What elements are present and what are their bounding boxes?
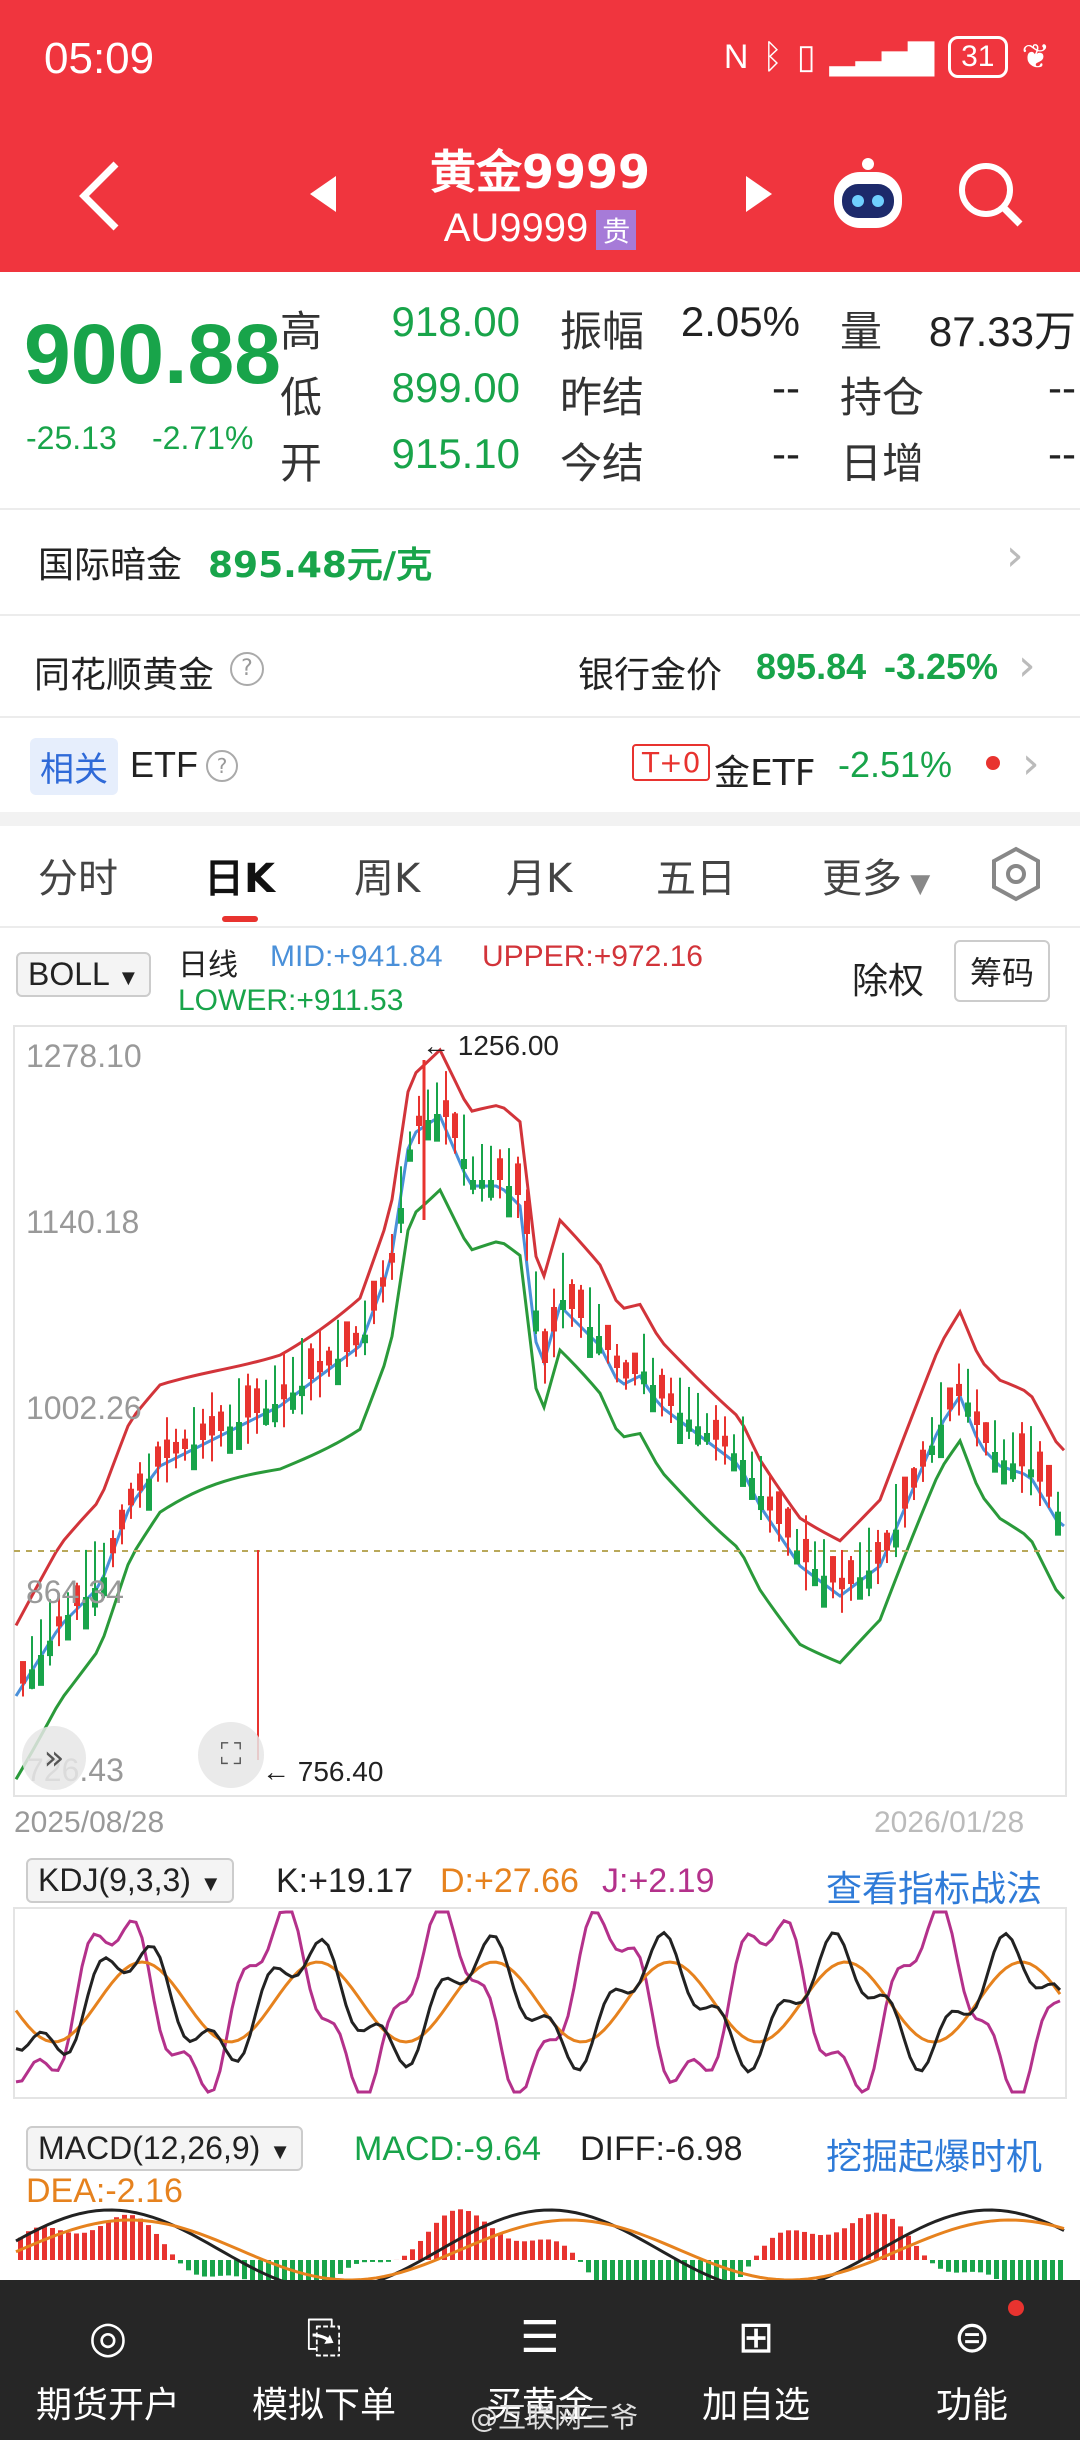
header-bar: 05:09 N ᛒ ▯ ▂▃▅▇ 31 ❦ 黄金9999 AU9999 贵: [0, 0, 1080, 272]
next-contract-icon[interactable]: [740, 172, 776, 220]
signal-icon: ▂▃▅▇: [829, 38, 935, 76]
tab-five-day[interactable]: 五日: [656, 846, 736, 904]
vibrate-icon: ▯: [796, 38, 816, 76]
kdj-d: D:+27.66: [440, 1862, 579, 1900]
bank-price-label: 银行金价: [578, 655, 723, 696]
value-position: --: [1048, 364, 1076, 411]
nav-sim-order[interactable]: ⎘ 模拟下单: [216, 2280, 432, 2440]
bluetooth-icon: ᛒ: [762, 37, 783, 76]
start-date: 2025/08/28: [14, 1806, 165, 1839]
settings-hexagon-icon[interactable]: [988, 846, 1044, 906]
label-high: 高: [280, 307, 323, 356]
watermark: @互联网三爷: [470, 2401, 639, 2434]
label-prev-settle: 昨结: [560, 373, 645, 422]
scroll-left-icon[interactable]: »: [22, 1726, 86, 1790]
kdj-chart: [13, 1907, 1067, 2099]
etf-help-icon[interactable]: ?: [206, 750, 238, 782]
bank-price-value: 895.84: [756, 646, 867, 687]
help-icon[interactable]: ?: [230, 652, 264, 686]
boll-upper: UPPER:+972.16: [482, 940, 703, 973]
kdj-j: J:+2.19: [602, 1862, 715, 1900]
kdj-k: K:+19.17: [276, 1862, 414, 1900]
boll-lower: LOWER:+911.53: [178, 984, 404, 1017]
tab-more[interactable]: 更多 ▼: [822, 846, 930, 904]
search-icon[interactable]: [956, 160, 1026, 234]
tab-daily-k[interactable]: 日K: [204, 846, 275, 904]
etf-label[interactable]: ETF: [130, 744, 198, 786]
ex-rights-button[interactable]: 除权: [852, 952, 924, 1004]
ths-gold-label[interactable]: 同花顺黄金: [34, 646, 214, 698]
nav-functions[interactable]: ⊜ 功能: [864, 2280, 1080, 2440]
period-label: 日线: [178, 948, 238, 983]
intl-gold-chevron-icon[interactable]: ›: [1006, 530, 1024, 581]
value-daily-inc: --: [1048, 430, 1076, 477]
gold-etf-pct: -2.51%: [838, 744, 953, 785]
y-label-3: 864.34: [26, 1574, 124, 1610]
label-open: 开: [280, 439, 323, 488]
nfc-icon: N: [723, 37, 749, 76]
end-date: 2026/01/28: [874, 1806, 1025, 1839]
precious-badge: 贵: [596, 210, 637, 251]
price-change: -25.13: [26, 420, 117, 456]
menu-circle-icon: ⊜: [953, 2312, 991, 2363]
document-icon: ⎘: [306, 2312, 342, 2363]
nav-futures-account[interactable]: ◎ 期货开户: [0, 2280, 216, 2440]
tab-monthly-k[interactable]: 月K: [506, 846, 572, 904]
battery-indicator: 31: [948, 36, 1008, 78]
value-volume: 87.33万: [928, 308, 1076, 355]
value-prev-settle: --: [772, 364, 800, 411]
label-volume: 量: [840, 307, 883, 356]
intl-gold-label: 国际暗金: [38, 545, 183, 586]
bank-chevron-icon[interactable]: ›: [1018, 640, 1036, 691]
t0-badge: T+0: [632, 744, 711, 781]
instrument-code: AU9999 贵: [0, 206, 1080, 251]
value-open: 915.10: [391, 430, 520, 477]
red-dot-icon: [986, 756, 1000, 770]
kline-chart[interactable]: [0, 1020, 1080, 1820]
fullscreen-icon[interactable]: ⛶: [198, 1722, 264, 1788]
bank-price-pct: -3.25%: [884, 646, 999, 687]
list-icon: ☰: [520, 2312, 560, 2363]
value-amplitude: 2.05%: [680, 298, 800, 345]
notification-dot: [1008, 2300, 1024, 2316]
status-icons: N ᛒ ▯ ▂▃▅▇ 31 ❦: [724, 36, 1050, 78]
nav-add-watchlist[interactable]: ⊞ 加自选: [648, 2280, 864, 2440]
y-label-0: 1278.10: [26, 1038, 142, 1074]
tab-weekly-k[interactable]: 周K: [354, 846, 420, 904]
intl-gold-value: 895.48元/克: [208, 545, 433, 586]
last-price: 900.88: [24, 307, 281, 401]
plus-box-icon: ⊞: [737, 2312, 775, 2363]
kdj-select[interactable]: KDJ(9,3,3) ▼: [26, 1858, 234, 1903]
y-label-2: 1002.26: [26, 1390, 142, 1426]
compass-icon: ◎: [88, 2312, 128, 2363]
value-settle: --: [772, 430, 800, 477]
bottom-nav: ◎ 期货开户 ⎘ 模拟下单 ☰ 买黄金 ⊞ 加自选 ⊜ 功能 @互联网三爷: [0, 2280, 1080, 2440]
leaf-icon: ❦: [1021, 38, 1051, 76]
status-time: 05:09: [44, 34, 155, 83]
indicator-select[interactable]: BOLL ▼: [16, 952, 152, 997]
label-amplitude: 振幅: [560, 307, 645, 356]
active-tab-indicator: [222, 916, 258, 922]
macd-chart: [15, 2208, 1065, 2280]
related-tag: 相关: [30, 738, 118, 795]
value-low: 899.00: [391, 364, 520, 411]
tab-intraday[interactable]: 分时: [38, 846, 118, 904]
low-marker: ← 756.40: [262, 1756, 384, 1787]
label-low: 低: [280, 373, 323, 422]
robot-assistant-icon[interactable]: [826, 154, 910, 238]
price-change-pct: -2.71%: [152, 420, 254, 456]
label-settle: 今结: [560, 439, 645, 488]
chips-button[interactable]: 筹码: [954, 940, 1051, 1002]
instrument-title: 黄金9999: [429, 145, 651, 199]
gold-etf-name[interactable]: 金ETF: [714, 744, 815, 796]
y-label-1: 1140.18: [26, 1204, 140, 1240]
high-marker: ← 1256.00: [422, 1030, 559, 1061]
etf-chevron-icon[interactable]: ›: [1022, 738, 1040, 789]
value-high: 918.00: [391, 298, 520, 345]
boll-mid: MID:+941.84: [270, 940, 443, 973]
kdj-strategy-link[interactable]: 查看指标战法: [826, 1860, 1042, 1912]
